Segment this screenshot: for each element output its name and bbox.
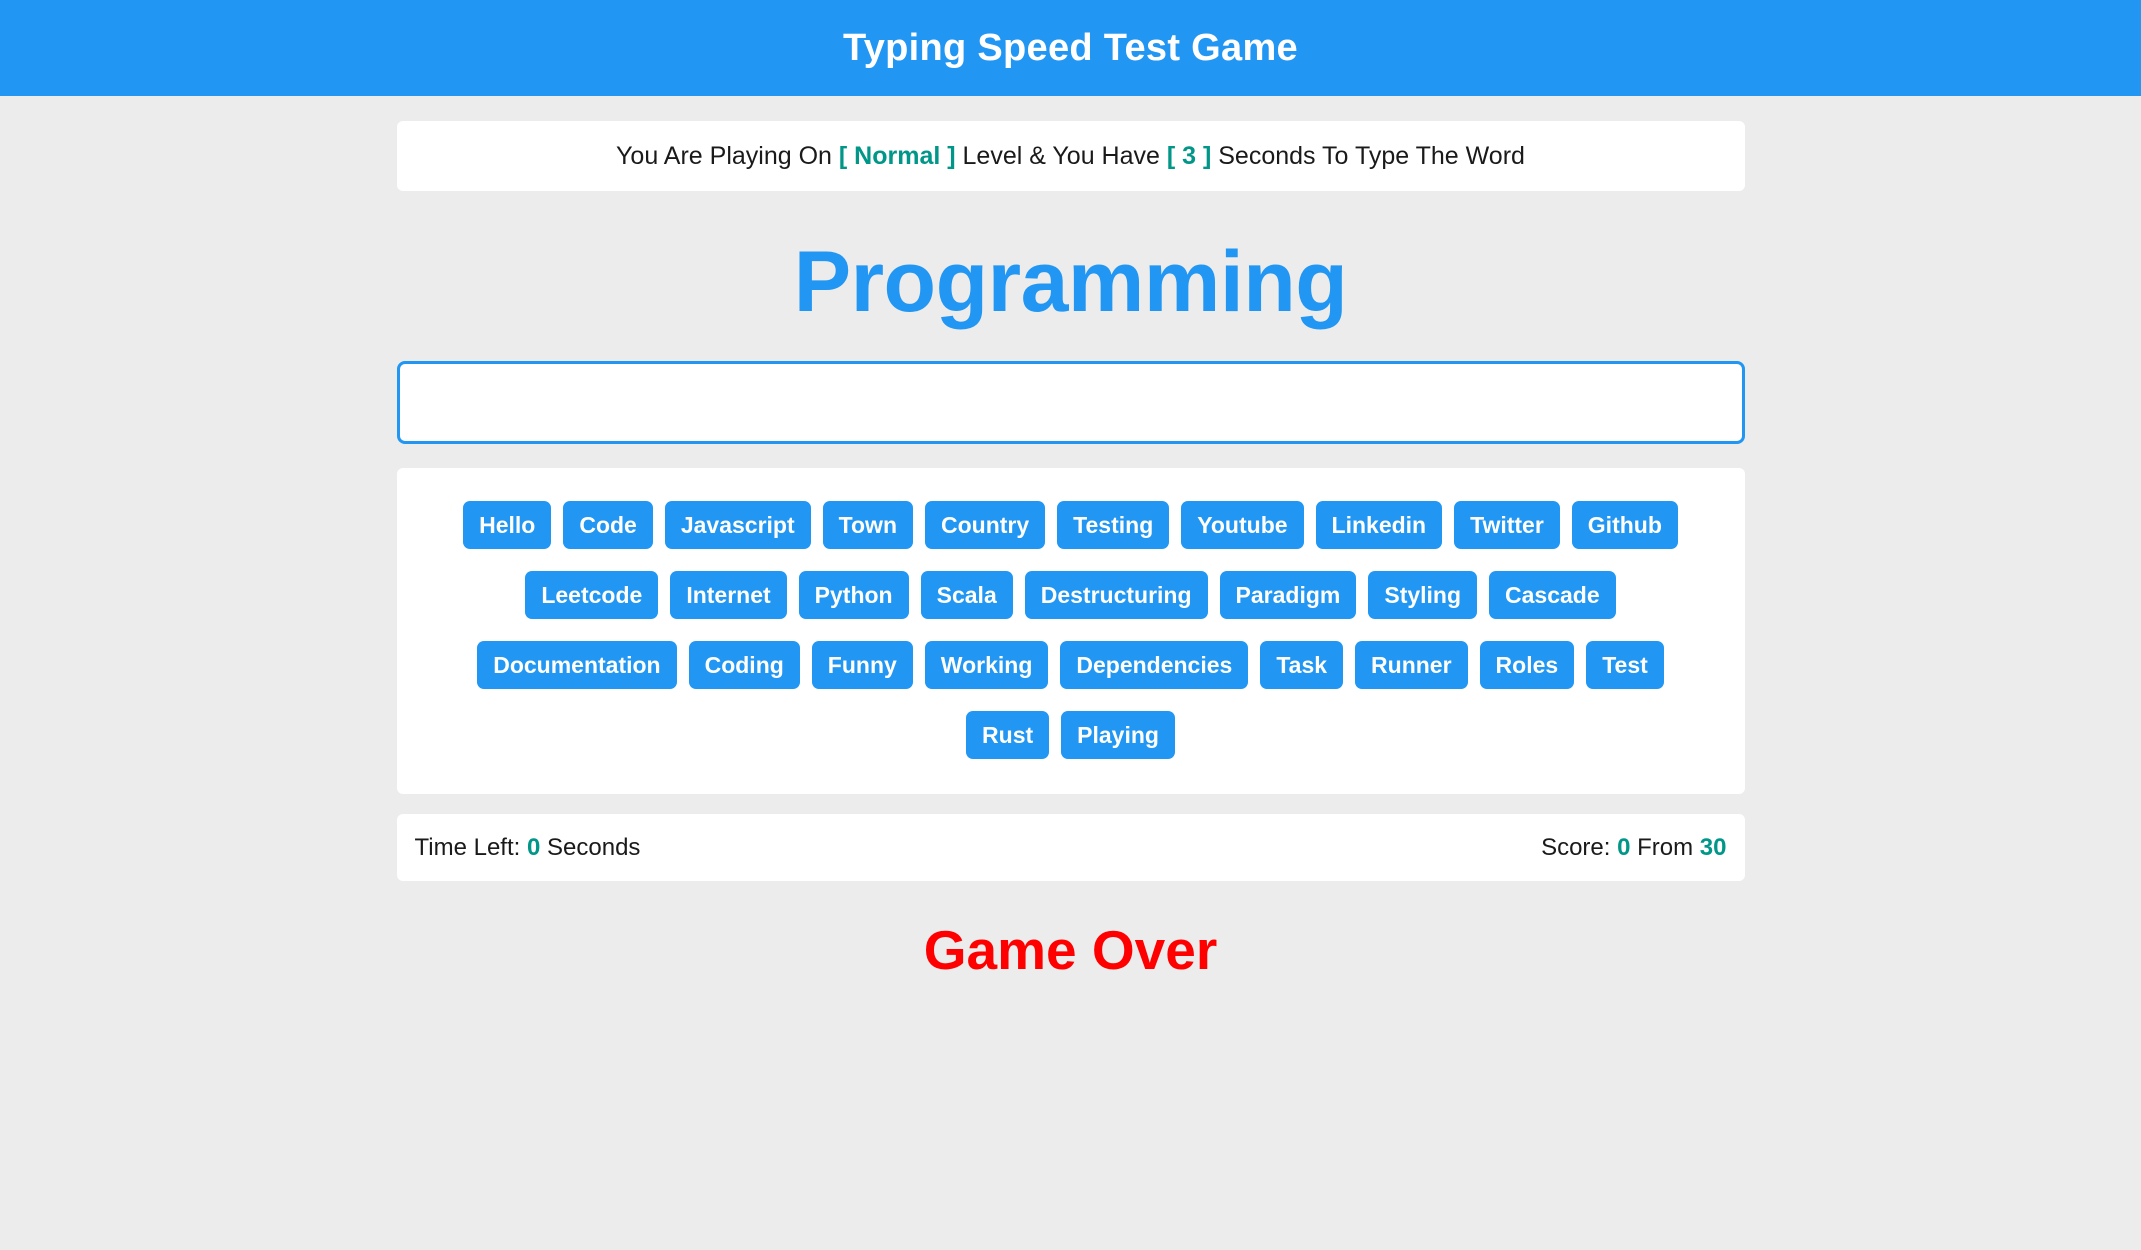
word-chip: Github <box>1571 501 1678 549</box>
word-chip: Coding <box>688 641 800 689</box>
words-panel: Hello Code Javascript Town Country Testing You… <box>396 468 1745 794</box>
score-total: 30 <box>1699 833 1727 861</box>
word-chip: Internet <box>670 571 787 619</box>
words-row-2: Leetcode Internet Python Scala Destructuring… <box>413 560 1729 630</box>
page-title: Typing Speed Test Game <box>843 27 1298 69</box>
score-from-label: From <box>1630 833 1700 861</box>
word-chip: Cascade <box>1489 571 1616 619</box>
app-header: Typing Speed Test Game <box>0 0 2141 96</box>
word-chip: Task <box>1260 641 1344 689</box>
words-row-3: Documentation Coding Funny Working Dependenc… <box>413 630 1729 700</box>
info-middle: Level & You Have <box>955 141 1167 170</box>
info-seconds-value: [ 3 ] <box>1166 141 1212 170</box>
words-row-4: Rust Playing <box>413 700 1729 770</box>
word-chip: Rust <box>966 711 1050 759</box>
word-chip: Code <box>563 501 653 549</box>
word-chip: Styling <box>1368 571 1478 619</box>
typing-input[interactable] <box>396 361 1745 444</box>
time-left-label: Time Left: <box>414 833 527 861</box>
word-chip: Playing <box>1061 711 1175 759</box>
time-left-value: 0 <box>526 833 541 861</box>
word-chip: Hello <box>463 501 552 549</box>
info-message: You Are Playing On [ Normal ] Level & Yo… <box>616 142 1525 171</box>
word-chip: Destructuring <box>1024 571 1208 619</box>
info-section: You Are Playing On [ Normal ] Level & Yo… <box>0 96 2141 191</box>
word-chip: Roles <box>1479 641 1575 689</box>
words-row-1: Hello Code Javascript Town Country Testing You… <box>413 490 1729 560</box>
score-value: 0 <box>1617 833 1631 861</box>
word-chip: Documentation <box>477 641 677 689</box>
word-chip: Paradigm <box>1219 571 1357 619</box>
word-chip: Dependencies <box>1060 641 1249 689</box>
word-chip: Scala <box>920 571 1013 619</box>
info-suffix: Seconds To Type The Word <box>1211 141 1525 170</box>
status-section: Time Left: 0 Seconds Score: 0 From 30 <box>0 814 2141 881</box>
word-chip: Python <box>798 571 909 619</box>
word-chip: Twitter <box>1454 501 1560 549</box>
word-chip: Youtube <box>1181 501 1304 549</box>
time-left-status: Time Left: 0 Seconds <box>415 834 641 862</box>
score-status: Score: 0 From 30 <box>1541 834 1726 862</box>
words-section: Hello Code Javascript Town Country Testing You… <box>0 468 2141 794</box>
word-chip: Funny <box>811 641 913 689</box>
word-chip: Testing <box>1057 501 1170 549</box>
current-word: Programming <box>793 234 1348 330</box>
typing-game-app: Typing Speed Test Game You Are Playing O… <box>0 0 2141 1250</box>
word-chip: Country <box>925 501 1046 549</box>
word-chip: Linkedin <box>1315 501 1443 549</box>
info-prefix: You Are Playing On <box>616 141 839 170</box>
status-panel: Time Left: 0 Seconds Score: 0 From 30 <box>396 814 1745 881</box>
game-over-message: Game Over <box>923 919 1218 981</box>
word-chip: Town <box>822 501 913 549</box>
score-label: Score: <box>1541 833 1618 861</box>
word-chip: Runner <box>1355 641 1468 689</box>
info-level-value: [ Normal ] <box>838 141 956 170</box>
word-chip: Working <box>924 641 1049 689</box>
word-chip: Leetcode <box>525 571 659 619</box>
info-panel: You Are Playing On [ Normal ] Level & Yo… <box>396 121 1745 191</box>
word-chip: Test <box>1586 641 1664 689</box>
input-section <box>0 361 2141 444</box>
word-chip: Javascript <box>664 501 811 549</box>
time-left-unit: Seconds <box>540 833 641 861</box>
